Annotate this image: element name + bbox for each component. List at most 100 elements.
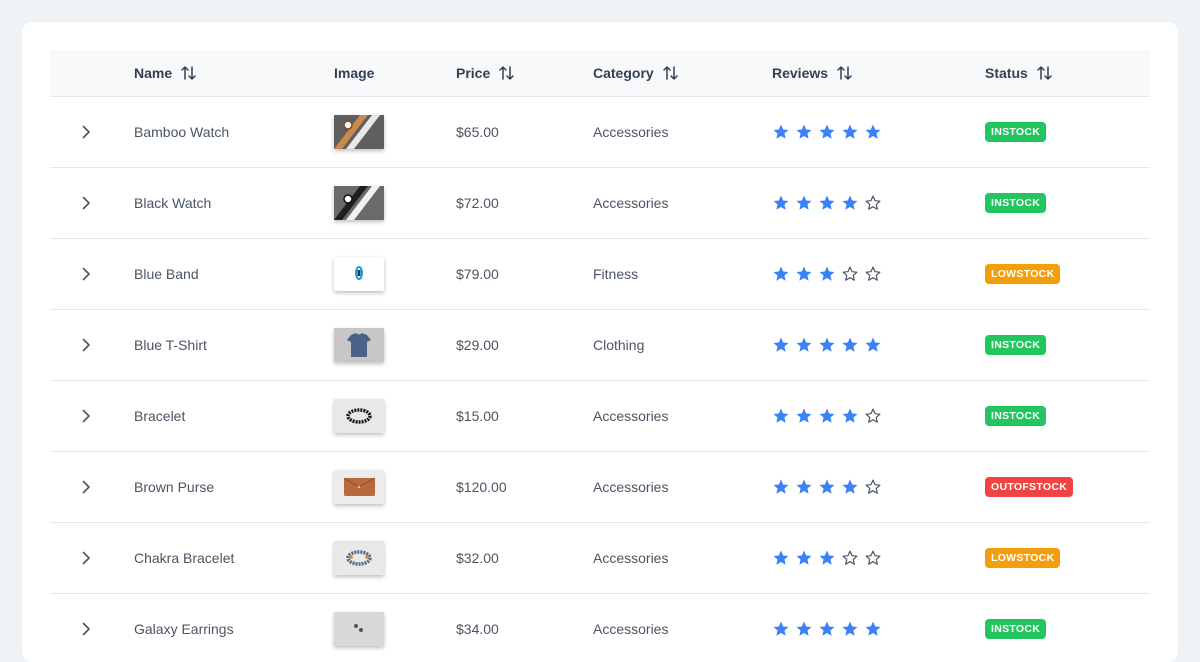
star-outline-icon[interactable]	[841, 265, 859, 283]
star-filled-icon[interactable]	[818, 407, 836, 425]
star-filled-icon[interactable]	[841, 336, 859, 354]
chevron-right-icon[interactable]	[74, 120, 98, 144]
star-filled-icon[interactable]	[795, 478, 813, 496]
star-filled-icon[interactable]	[772, 265, 790, 283]
chevron-right-icon[interactable]	[74, 262, 98, 286]
star-filled-icon[interactable]	[795, 123, 813, 141]
table-row[interactable]: Chakra Bracelet $32.00 Accessories LOWST…	[50, 523, 1150, 594]
rating-stars[interactable]	[772, 265, 882, 283]
product-price: $15.00	[456, 408, 499, 424]
star-filled-icon[interactable]	[841, 620, 859, 638]
star-filled-icon[interactable]	[772, 478, 790, 496]
table-row[interactable]: Black Watch $72.00 Accessories INSTOCK	[50, 168, 1150, 239]
star-filled-icon[interactable]	[818, 549, 836, 567]
product-status-cell: INSTOCK	[985, 381, 1047, 451]
star-filled-icon[interactable]	[772, 620, 790, 638]
column-header-label: Price	[456, 65, 491, 81]
star-filled-icon[interactable]	[795, 194, 813, 212]
product-status-cell: LOWSTOCK	[985, 239, 1061, 309]
table-row[interactable]: Bracelet $15.00 Accessories INSTOCK	[50, 381, 1150, 452]
column-header-price[interactable]: Price	[456, 50, 514, 96]
star-filled-icon[interactable]	[772, 123, 790, 141]
table-row[interactable]: Blue T-Shirt $29.00 Clothing INSTOCK	[50, 310, 1150, 381]
rating-stars[interactable]	[772, 549, 882, 567]
column-header-status[interactable]: Status	[985, 50, 1052, 96]
chevron-right-icon[interactable]	[74, 475, 98, 499]
star-filled-icon[interactable]	[841, 123, 859, 141]
star-filled-icon[interactable]	[864, 336, 882, 354]
star-filled-icon[interactable]	[795, 549, 813, 567]
star-filled-icon[interactable]	[818, 194, 836, 212]
product-price: $72.00	[456, 195, 499, 211]
sort-arrows-icon[interactable]	[181, 65, 196, 81]
star-filled-icon[interactable]	[772, 407, 790, 425]
rating-stars[interactable]	[772, 194, 882, 212]
star-outline-icon[interactable]	[864, 478, 882, 496]
product-image-cell	[334, 97, 384, 167]
chevron-right-icon[interactable]	[74, 546, 98, 570]
product-image-cell	[334, 310, 384, 380]
rating-stars[interactable]	[772, 123, 882, 141]
table-row[interactable]: Bamboo Watch $65.00 Accessories INSTOCK	[50, 97, 1150, 168]
column-header-label: Name	[134, 65, 173, 81]
products-card: Name Image Price Category Reviews Status…	[22, 22, 1178, 662]
star-filled-icon[interactable]	[795, 336, 813, 354]
table-row[interactable]: Brown Purse $120.00 Accessories OUTOFSTO…	[50, 452, 1150, 523]
star-filled-icon[interactable]	[795, 620, 813, 638]
star-filled-icon[interactable]	[772, 549, 790, 567]
star-filled-icon[interactable]	[818, 336, 836, 354]
rating-stars[interactable]	[772, 620, 882, 638]
sort-arrows-icon[interactable]	[499, 65, 514, 81]
chevron-right-icon[interactable]	[74, 404, 98, 428]
product-rating	[772, 523, 882, 593]
rating-stars[interactable]	[772, 336, 882, 354]
status-badge: INSTOCK	[985, 122, 1047, 142]
sort-arrows-icon[interactable]	[662, 65, 678, 81]
rating-stars[interactable]	[772, 478, 882, 496]
star-filled-icon[interactable]	[841, 407, 859, 425]
table-row[interactable]: Blue Band $79.00 Fitness LOWSTOCK	[50, 239, 1150, 310]
column-header-category[interactable]: Category	[593, 50, 678, 96]
star-outline-icon[interactable]	[864, 265, 882, 283]
chevron-right-icon[interactable]	[74, 617, 98, 641]
product-price: $79.00	[456, 266, 499, 282]
product-category: Fitness	[593, 266, 639, 282]
star-outline-icon[interactable]	[864, 549, 882, 567]
column-header-label: Reviews	[772, 65, 829, 81]
product-name: Brown Purse	[134, 479, 215, 495]
table-row[interactable]: Galaxy Earrings $34.00 Accessories INSTO…	[50, 594, 1150, 662]
status-badge: LOWSTOCK	[985, 264, 1061, 284]
star-filled-icon[interactable]	[818, 620, 836, 638]
star-outline-icon[interactable]	[841, 549, 859, 567]
star-filled-icon[interactable]	[795, 407, 813, 425]
chevron-right-icon[interactable]	[74, 333, 98, 357]
star-filled-icon[interactable]	[864, 620, 882, 638]
column-header-reviews[interactable]: Reviews	[772, 50, 852, 96]
column-header-label: Status	[985, 65, 1028, 81]
star-outline-icon[interactable]	[864, 194, 882, 212]
sort-arrows-icon[interactable]	[1037, 65, 1052, 81]
star-outline-icon[interactable]	[864, 407, 882, 425]
star-filled-icon[interactable]	[818, 123, 836, 141]
star-filled-icon[interactable]	[818, 265, 836, 283]
star-filled-icon[interactable]	[841, 194, 859, 212]
product-price: $29.00	[456, 337, 499, 353]
product-category: Clothing	[593, 337, 645, 353]
star-filled-icon[interactable]	[864, 123, 882, 141]
column-header-name[interactable]: Name	[134, 50, 196, 96]
star-filled-icon[interactable]	[772, 336, 790, 354]
product-price: $65.00	[456, 124, 499, 140]
sort-arrows-icon[interactable]	[837, 65, 852, 81]
column-header-label: Image	[334, 65, 375, 81]
rating-stars[interactable]	[772, 407, 882, 425]
star-filled-icon[interactable]	[795, 265, 813, 283]
status-badge: LOWSTOCK	[985, 548, 1061, 568]
product-name: Bamboo Watch	[134, 124, 230, 140]
star-filled-icon[interactable]	[841, 478, 859, 496]
product-name: Blue Band	[134, 266, 199, 282]
star-filled-icon[interactable]	[818, 478, 836, 496]
star-filled-icon[interactable]	[772, 194, 790, 212]
product-category: Accessories	[593, 124, 669, 140]
row-expander-cell	[74, 97, 98, 167]
chevron-right-icon[interactable]	[74, 191, 98, 215]
